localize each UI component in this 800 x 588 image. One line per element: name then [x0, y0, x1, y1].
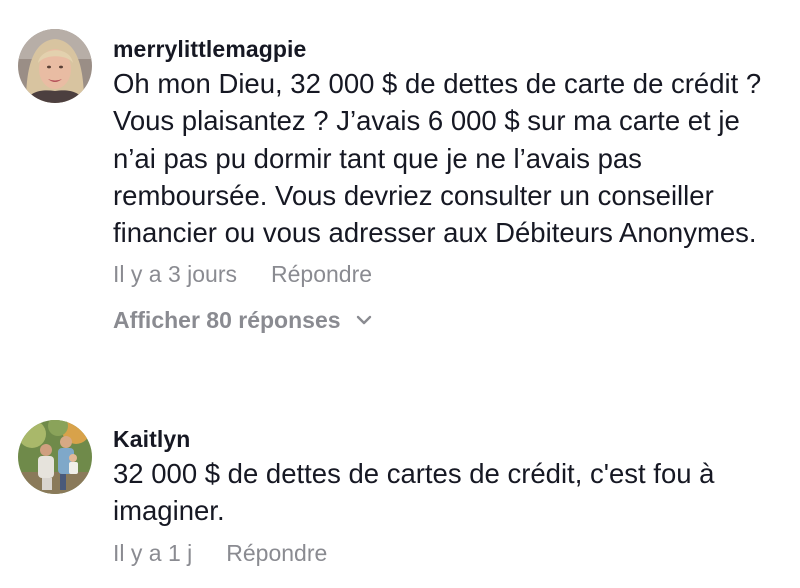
- user-avatar-image: [18, 29, 92, 103]
- comment-meta: Il y a 1 j Répondre: [113, 538, 788, 568]
- avatar[interactable]: [18, 420, 92, 494]
- chevron-down-icon: [356, 316, 372, 325]
- comment-timestamp: Il y a 3 jours: [113, 261, 237, 288]
- view-replies-label: Afficher 80 réponses: [113, 307, 341, 334]
- avatar[interactable]: [18, 29, 92, 103]
- user-avatar-image: [18, 420, 92, 494]
- reply-button[interactable]: Répondre: [271, 259, 372, 289]
- comment-username[interactable]: Kaitlyn: [113, 425, 788, 453]
- comment-text: Oh mon Dieu, 32 000 $ de dettes de carte…: [113, 68, 762, 249]
- reply-button[interactable]: Répondre: [226, 538, 327, 568]
- view-replies-button[interactable]: Afficher 80 réponses: [113, 305, 373, 335]
- comment-meta: Il y a 3 jours Répondre: [113, 259, 788, 289]
- comment-timestamp: Il y a 1 j: [113, 539, 193, 566]
- comment-text: 32 000 $ de dettes de cartes de crédit, …: [113, 458, 715, 527]
- comment-username[interactable]: merrylittlemagpie: [113, 35, 788, 63]
